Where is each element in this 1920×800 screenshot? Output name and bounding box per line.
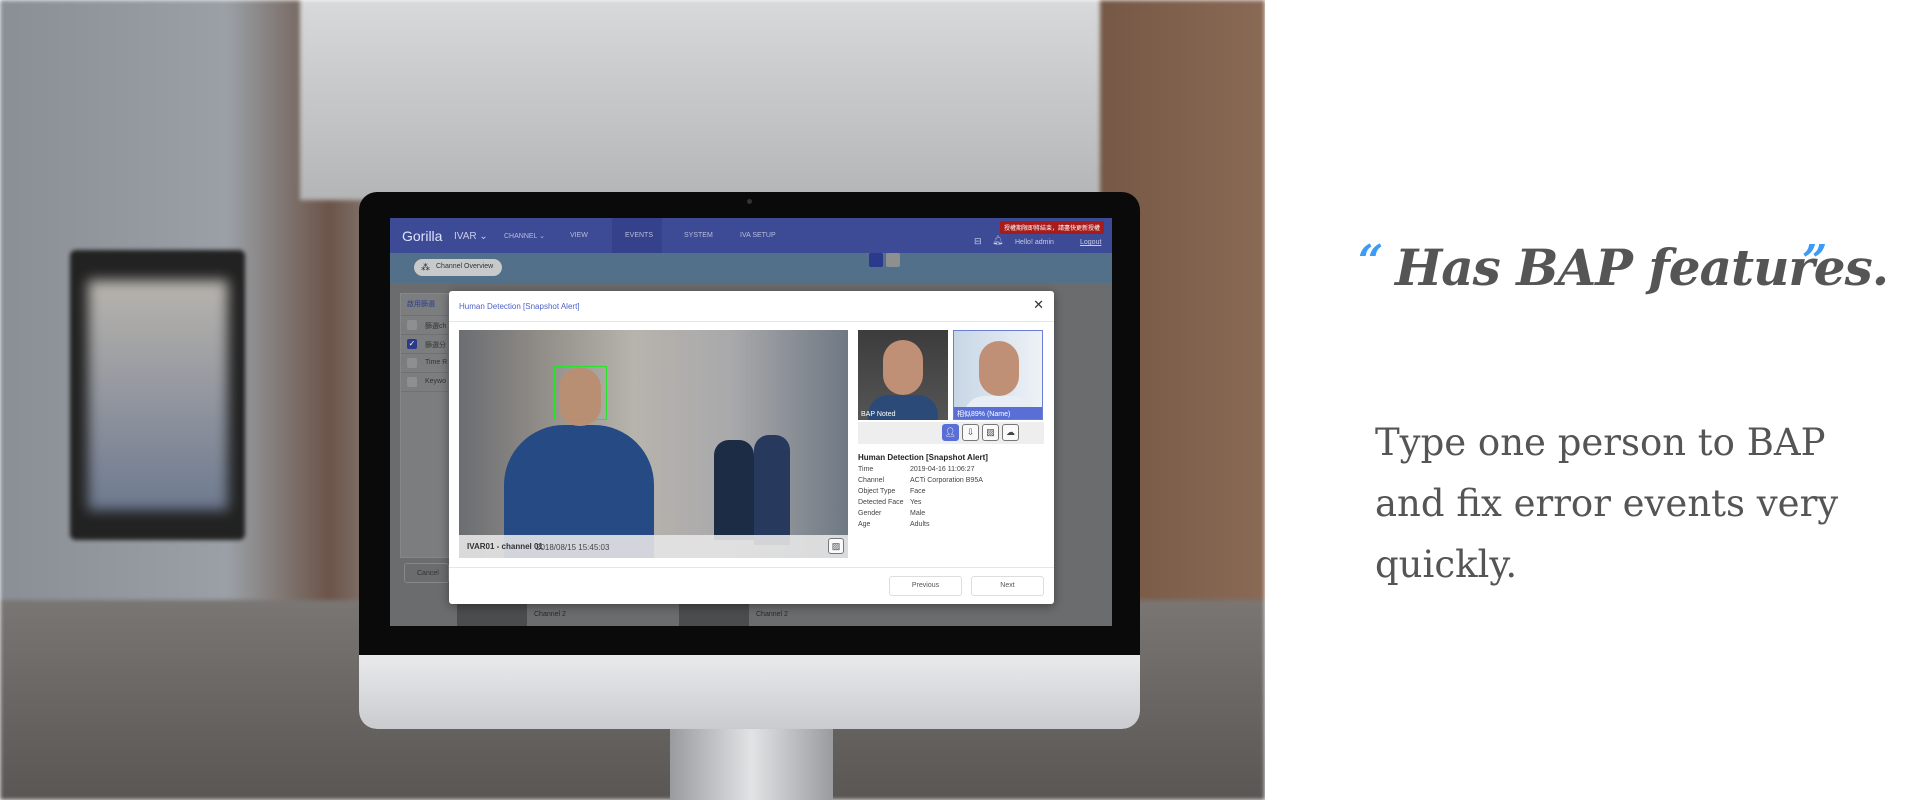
nav-iva-setup[interactable]: IVA SETUP bbox=[740, 232, 776, 239]
detail-row: Gender Male bbox=[858, 510, 926, 517]
image-icon[interactable]: ▨ bbox=[982, 424, 999, 441]
similarity-label: 相似89% (Name) bbox=[954, 407, 1042, 419]
detail-title: Human Detection [Snapshot Alert] bbox=[858, 453, 988, 462]
checkbox-checked[interactable]: ✓ bbox=[407, 339, 417, 349]
greeting: Hello! admin bbox=[1015, 239, 1054, 246]
sub-bar: ⁂ Channel Overview bbox=[390, 253, 1112, 283]
open-quote-mark: “ bbox=[1358, 236, 1384, 287]
detail-row: Detected Face Yes bbox=[858, 499, 922, 506]
nodes-icon: ⁂ bbox=[421, 262, 430, 272]
bell-icon[interactable]: 🔔︎ bbox=[992, 235, 1003, 246]
monitor-chin bbox=[359, 655, 1140, 729]
face-actions: 👤︎ ⇩ ▨ ☁︎ bbox=[858, 422, 1044, 444]
license-warning-badge: 授權期限即將結束，請盡快更新授權 bbox=[1000, 221, 1105, 234]
close-icon[interactable]: ✕ bbox=[1033, 297, 1044, 313]
divider bbox=[449, 567, 1054, 568]
checkbox[interactable] bbox=[407, 358, 417, 368]
tile-label: Channel 2 bbox=[756, 611, 788, 618]
list-view-button[interactable] bbox=[886, 253, 900, 267]
detail-row: Channel ACTi Corporation B95A bbox=[858, 477, 983, 484]
image-icon[interactable]: ▨ bbox=[828, 538, 844, 554]
checkbox[interactable] bbox=[407, 377, 417, 387]
detail-row: Age Adults bbox=[858, 521, 930, 528]
detail-info: Human Detection [Snapshot Alert] Time 201… bbox=[858, 453, 1044, 532]
top-nav: Gorilla IVAR ⌄ CHANNEL ⌄ VIEW EVENTS SYS… bbox=[390, 218, 1112, 253]
matched-face[interactable]: 相似89% (Name) bbox=[953, 330, 1043, 420]
checkbox[interactable] bbox=[407, 320, 417, 330]
detail-row: Object Type Face bbox=[858, 488, 926, 495]
next-button[interactable]: Next bbox=[971, 576, 1044, 596]
face-detection-box bbox=[554, 366, 607, 420]
snapshot-channel: IVAR01 - channel 01 bbox=[467, 542, 543, 551]
cloud-download-icon[interactable]: ☁︎ bbox=[1002, 424, 1019, 441]
camera-dot bbox=[747, 199, 752, 204]
logo: Gorilla bbox=[402, 228, 443, 244]
product-dropdown[interactable]: IVAR ⌄ bbox=[454, 231, 488, 242]
previous-button[interactable]: Previous bbox=[889, 576, 962, 596]
wall-screen bbox=[70, 250, 245, 540]
snapshot-caption: IVAR01 - channel 01 2018/08/15 15:45:03 … bbox=[459, 535, 848, 558]
divider bbox=[449, 321, 1054, 322]
channel-thumbnail[interactable] bbox=[679, 603, 749, 626]
nav-channel[interactable]: CHANNEL ⌄ bbox=[504, 232, 545, 240]
snapshot-image: IVAR01 - channel 01 2018/08/15 15:45:03 … bbox=[459, 330, 848, 558]
channel-overview-label: Channel Overview bbox=[436, 263, 494, 270]
nav-system[interactable]: SYSTEM bbox=[684, 232, 713, 239]
detail-row: Time 2019-04-16 11:06:27 bbox=[858, 466, 975, 473]
nav-events[interactable]: EVENTS bbox=[625, 232, 653, 239]
background-person bbox=[754, 435, 790, 545]
tile-label: Channel 2 bbox=[534, 611, 566, 618]
close-quote-mark: ” bbox=[1802, 236, 1828, 287]
nav-view[interactable]: VIEW bbox=[570, 232, 588, 239]
background-person bbox=[714, 440, 754, 540]
description: Type one person to BAP and fix error eve… bbox=[1375, 421, 1839, 586]
ceiling bbox=[300, 0, 1100, 200]
grid-view-button[interactable] bbox=[869, 253, 883, 267]
dialog-title: Human Detection [Snapshot Alert] bbox=[459, 302, 580, 311]
channel-overview-button[interactable]: ⁂ Channel Overview bbox=[414, 259, 502, 276]
text-panel bbox=[1265, 0, 1920, 800]
add-person-icon[interactable]: 👤︎ bbox=[942, 424, 959, 441]
cancel-button[interactable]: Cancel bbox=[404, 563, 449, 583]
export-icon[interactable]: ⇩ bbox=[962, 424, 979, 441]
bap-noted-label: BAP Noted bbox=[861, 411, 896, 418]
snapshot-timestamp: 2018/08/15 15:45:03 bbox=[536, 543, 610, 552]
channel-thumbnail[interactable] bbox=[457, 603, 527, 626]
detected-face: BAP Noted bbox=[858, 330, 948, 420]
monitor-stand bbox=[670, 729, 833, 800]
snapshot-alert-dialog: Human Detection [Snapshot Alert] ✕ IVAR0… bbox=[449, 291, 1054, 604]
logout-link[interactable]: Logout bbox=[1080, 239, 1101, 246]
storage-icon[interactable]: ⊟ bbox=[974, 236, 982, 247]
